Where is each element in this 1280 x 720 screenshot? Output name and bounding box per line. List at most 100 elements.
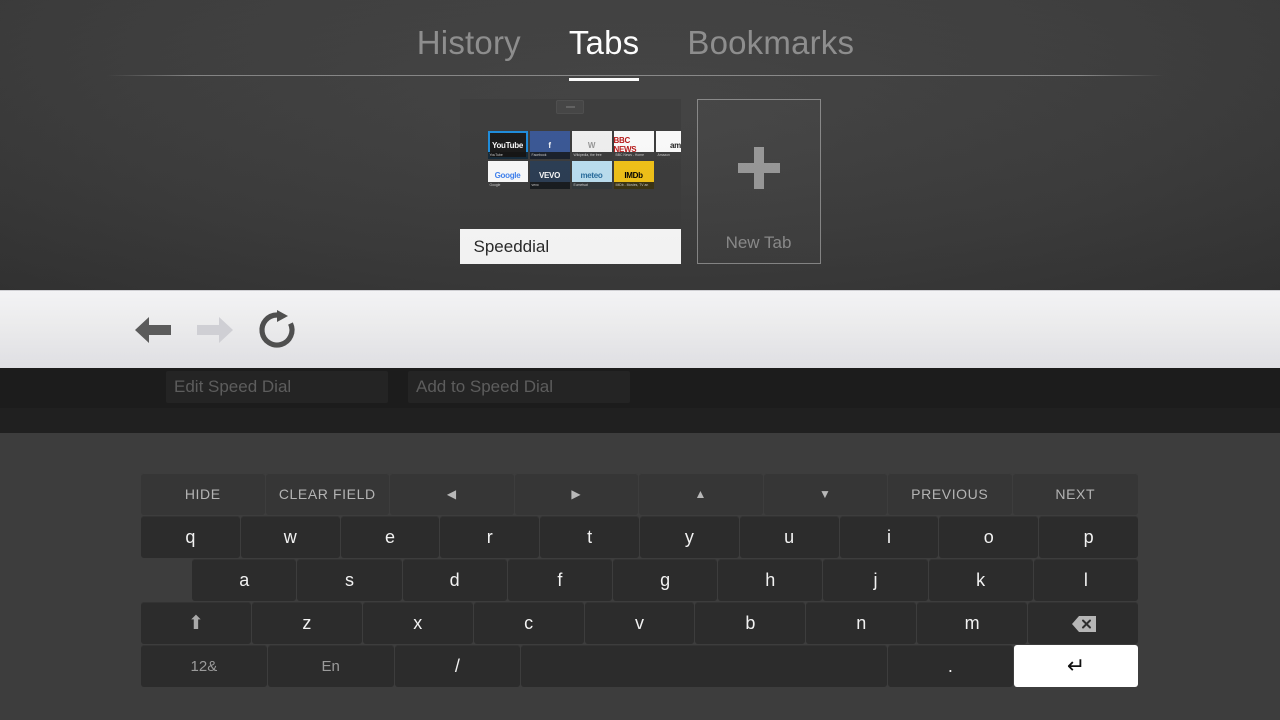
keyboard-row-2-indent bbox=[141, 559, 192, 602]
key-arrow-down[interactable]: ▼ bbox=[763, 473, 887, 515]
key-arrow-right[interactable]: ▶ bbox=[514, 473, 638, 515]
reload-icon bbox=[259, 309, 295, 348]
keyboard-function-row: HIDE CLEAR FIELD ◀ ▶ ▲ ▼ PREVIOUS NEXT bbox=[141, 473, 1139, 516]
shift-arrow-icon: ⬆ bbox=[187, 612, 204, 634]
tab-card-speeddial[interactable]: YouTube YouTube f Facebook W Wikipedia, the f… bbox=[459, 99, 681, 264]
speeddial-tile-caption: BBC News - Home bbox=[613, 152, 654, 159]
speeddial-tile-caption: IMDb - Movies, TV an bbox=[613, 182, 654, 189]
add-speed-dial-button[interactable]: Add to Speed Dial bbox=[408, 371, 630, 403]
key-p[interactable]: p bbox=[1039, 516, 1138, 558]
key-y[interactable]: y bbox=[639, 516, 739, 558]
key-r[interactable]: r bbox=[440, 516, 540, 558]
tab-card-title-label: Speeddial bbox=[473, 236, 550, 256]
key-previous[interactable]: PREVIOUS bbox=[888, 473, 1012, 515]
key-t[interactable]: t bbox=[540, 516, 639, 558]
keyboard-row-2: asdfghjkl bbox=[141, 559, 1139, 602]
speeddial-tile[interactable]: meteo Eumetsat bbox=[571, 161, 612, 189]
key-e[interactable]: e bbox=[340, 516, 440, 558]
backspace-icon bbox=[1072, 615, 1097, 632]
reload-button[interactable] bbox=[246, 291, 308, 369]
browser-window: History Tabs Bookmarks YouTube YouTube f Fa… bbox=[0, 0, 1280, 720]
speeddial-tile[interactable]: am Amazon bbox=[655, 131, 681, 159]
key-language[interactable]: En bbox=[267, 645, 394, 687]
speeddial-tile-logo: am bbox=[670, 140, 681, 150]
key-symbols[interactable]: 12& bbox=[141, 645, 267, 687]
tab-history-label: History bbox=[416, 24, 521, 61]
speeddial-tile-caption: vevo bbox=[529, 182, 570, 189]
key-slash[interactable]: / bbox=[394, 645, 521, 687]
speeddial-tile-caption: Google bbox=[487, 182, 528, 189]
tab-thumbnail-preview[interactable]: YouTube YouTube f Facebook W Wikipedia, the f… bbox=[459, 99, 681, 229]
key-w[interactable]: w bbox=[240, 516, 340, 558]
key-period[interactable]: . bbox=[887, 645, 1014, 687]
key-hide[interactable]: HIDE bbox=[141, 473, 265, 515]
key-enter[interactable]: ↵ bbox=[1014, 645, 1139, 687]
key-v[interactable]: v bbox=[584, 602, 695, 644]
speeddial-tile-logo: IMDb bbox=[624, 170, 643, 180]
key-o[interactable]: o bbox=[939, 516, 1039, 558]
browser-toolbar: Type text to search or enter address bbox=[0, 290, 1280, 646]
speeddial-tile-caption: Wikipedia, the free bbox=[571, 152, 612, 159]
speeddial-tile[interactable]: f Facebook bbox=[529, 131, 570, 159]
page-content-strip: Edit Speed Dial Add to Speed Dial bbox=[0, 368, 1280, 433]
tab-switcher-header: History Tabs Bookmarks bbox=[107, 16, 1164, 81]
key-d[interactable]: d bbox=[402, 559, 507, 601]
key-shift[interactable]: ⬆ bbox=[141, 602, 251, 644]
arrow-right-icon bbox=[197, 316, 233, 343]
tab-tabs[interactable]: Tabs bbox=[545, 26, 664, 81]
speeddial-tile[interactable]: W Wikipedia, the free bbox=[571, 131, 612, 159]
speeddial-tile[interactable]: Google Google bbox=[487, 161, 528, 189]
key-next[interactable]: NEXT bbox=[1012, 473, 1138, 515]
key-k[interactable]: k bbox=[928, 559, 1033, 601]
tab-bookmarks[interactable]: Bookmarks bbox=[663, 26, 878, 59]
key-j[interactable]: j bbox=[823, 559, 928, 601]
speeddial-tile[interactable]: VEVO vevo bbox=[529, 161, 570, 189]
key-f[interactable]: f bbox=[507, 559, 612, 601]
key-q[interactable]: q bbox=[141, 516, 240, 558]
new-tab-label: New Tab bbox=[725, 233, 792, 252]
tab-bookmarks-label: Bookmarks bbox=[687, 24, 855, 61]
speeddial-tile-logo: W bbox=[587, 140, 596, 150]
key-l[interactable]: l bbox=[1033, 559, 1138, 601]
key-arrow-left[interactable]: ◀ bbox=[390, 473, 514, 515]
speeddial-tile-caption: Eumetsat bbox=[571, 182, 612, 189]
key-c[interactable]: c bbox=[473, 602, 584, 644]
key-g[interactable]: g bbox=[612, 559, 718, 601]
key-m[interactable]: m bbox=[917, 602, 1028, 644]
forward-button[interactable] bbox=[184, 291, 246, 369]
page-strip-band bbox=[0, 408, 1280, 433]
close-tab-icon[interactable] bbox=[556, 100, 584, 114]
tab-header-divider bbox=[107, 75, 1164, 76]
key-n[interactable]: n bbox=[806, 602, 917, 644]
key-z[interactable]: z bbox=[251, 602, 362, 644]
edit-speed-dial-label: Edit Speed Dial bbox=[174, 377, 292, 396]
keyboard-row-3: ⬆ z x c v b n m bbox=[141, 602, 1139, 645]
key-s[interactable]: s bbox=[297, 559, 402, 601]
arrow-left-icon bbox=[135, 316, 171, 343]
key-space[interactable] bbox=[521, 645, 887, 687]
speeddial-tile-logo: meteo bbox=[580, 170, 603, 180]
edit-speed-dial-button[interactable]: Edit Speed Dial bbox=[166, 371, 388, 403]
tab-switcher-panel: History Tabs Bookmarks YouTube YouTube f Fa… bbox=[0, 0, 1280, 290]
key-h[interactable]: h bbox=[718, 559, 823, 601]
plus-icon bbox=[736, 145, 782, 191]
tab-history[interactable]: History bbox=[393, 26, 545, 59]
speeddial-tile[interactable]: BBC NEWS BBC News - Home bbox=[613, 131, 654, 159]
key-backspace[interactable] bbox=[1028, 602, 1139, 644]
speeddial-tile[interactable]: IMDb IMDb - Movies, TV an bbox=[613, 161, 654, 189]
tab-card-title: Speeddial bbox=[459, 229, 681, 264]
new-tab-card[interactable]: New Tab bbox=[696, 99, 821, 264]
speeddial-tile[interactable]: YouTube YouTube bbox=[487, 131, 528, 159]
key-b[interactable]: b bbox=[695, 602, 806, 644]
key-a[interactable]: a bbox=[192, 559, 297, 601]
key-i[interactable]: i bbox=[839, 516, 939, 558]
back-button[interactable] bbox=[122, 291, 184, 369]
keyboard-row-4: 12& En /. ↵ bbox=[141, 645, 1139, 688]
tab-thumbnail-list: YouTube YouTube f Facebook W Wikipedia, the f… bbox=[0, 99, 1280, 269]
key-u[interactable]: u bbox=[739, 516, 839, 558]
speeddial-tile-logo: f bbox=[548, 140, 551, 150]
key-clear-field[interactable]: CLEAR FIELD bbox=[265, 473, 389, 515]
key-x[interactable]: x bbox=[362, 602, 473, 644]
key-arrow-up[interactable]: ▲ bbox=[639, 473, 763, 515]
speeddial-tile-logo: VEVO bbox=[538, 170, 561, 180]
